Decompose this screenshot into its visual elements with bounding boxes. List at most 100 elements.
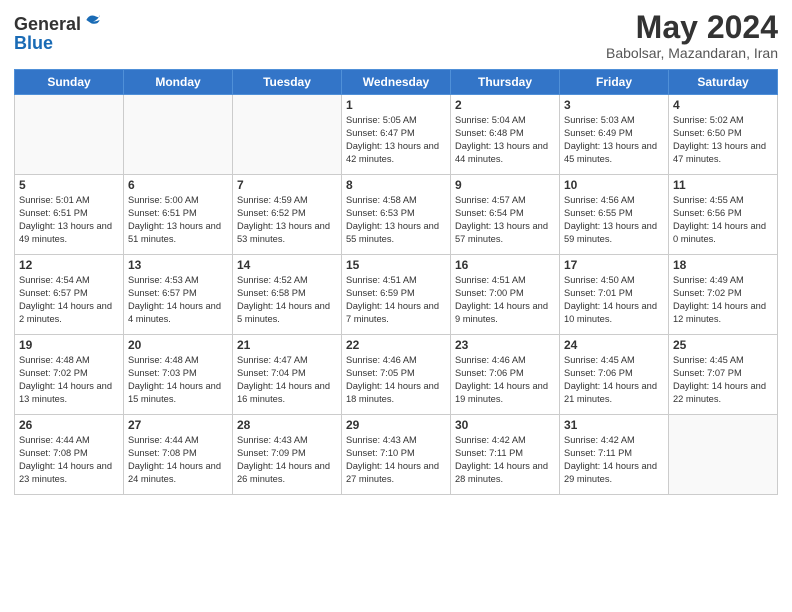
calendar-cell: 9 Sunrise: 4:57 AM Sunset: 6:54 PM Dayli… [451,175,560,255]
day-info: Sunrise: 5:03 AM Sunset: 6:49 PM Dayligh… [564,114,664,166]
calendar-cell: 20 Sunrise: 4:48 AM Sunset: 7:03 PM Dayl… [124,335,233,415]
day-number: 12 [19,258,119,272]
day-number: 25 [673,338,773,352]
day-info: Sunrise: 4:42 AM Sunset: 7:11 PM Dayligh… [455,434,555,486]
calendar-cell: 29 Sunrise: 4:43 AM Sunset: 7:10 PM Dayl… [342,415,451,495]
calendar-cell: 1 Sunrise: 5:05 AM Sunset: 6:47 PM Dayli… [342,95,451,175]
day-number: 16 [455,258,555,272]
day-number: 9 [455,178,555,192]
logo-blue: Blue [14,33,103,54]
day-number: 26 [19,418,119,432]
calendar-cell [669,415,778,495]
day-info: Sunrise: 4:46 AM Sunset: 7:06 PM Dayligh… [455,354,555,406]
day-info: Sunrise: 4:52 AM Sunset: 6:58 PM Dayligh… [237,274,337,326]
calendar-cell: 26 Sunrise: 4:44 AM Sunset: 7:08 PM Dayl… [15,415,124,495]
calendar-header-row: SundayMondayTuesdayWednesdayThursdayFrid… [15,70,778,95]
day-number: 14 [237,258,337,272]
calendar-cell: 30 Sunrise: 4:42 AM Sunset: 7:11 PM Dayl… [451,415,560,495]
day-info: Sunrise: 4:42 AM Sunset: 7:11 PM Dayligh… [564,434,664,486]
calendar-cell: 13 Sunrise: 4:53 AM Sunset: 6:57 PM Dayl… [124,255,233,335]
calendar-cell: 7 Sunrise: 4:59 AM Sunset: 6:52 PM Dayli… [233,175,342,255]
day-number: 23 [455,338,555,352]
week-row-1: 1 Sunrise: 5:05 AM Sunset: 6:47 PM Dayli… [15,95,778,175]
day-info: Sunrise: 4:50 AM Sunset: 7:01 PM Dayligh… [564,274,664,326]
calendar-cell: 15 Sunrise: 4:51 AM Sunset: 6:59 PM Dayl… [342,255,451,335]
calendar-cell: 3 Sunrise: 5:03 AM Sunset: 6:49 PM Dayli… [560,95,669,175]
day-info: Sunrise: 4:54 AM Sunset: 6:57 PM Dayligh… [19,274,119,326]
location: Babolsar, Mazandaran, Iran [606,45,778,61]
day-number: 4 [673,98,773,112]
day-header-thursday: Thursday [451,70,560,95]
day-number: 19 [19,338,119,352]
day-info: Sunrise: 4:49 AM Sunset: 7:02 PM Dayligh… [673,274,773,326]
calendar-cell: 5 Sunrise: 5:01 AM Sunset: 6:51 PM Dayli… [15,175,124,255]
calendar-cell: 19 Sunrise: 4:48 AM Sunset: 7:02 PM Dayl… [15,335,124,415]
day-number: 8 [346,178,446,192]
calendar-cell: 2 Sunrise: 5:04 AM Sunset: 6:48 PM Dayli… [451,95,560,175]
calendar-cell: 22 Sunrise: 4:46 AM Sunset: 7:05 PM Dayl… [342,335,451,415]
day-info: Sunrise: 4:43 AM Sunset: 7:10 PM Dayligh… [346,434,446,486]
day-info: Sunrise: 4:59 AM Sunset: 6:52 PM Dayligh… [237,194,337,246]
calendar-cell: 16 Sunrise: 4:51 AM Sunset: 7:00 PM Dayl… [451,255,560,335]
day-number: 1 [346,98,446,112]
day-info: Sunrise: 5:01 AM Sunset: 6:51 PM Dayligh… [19,194,119,246]
day-info: Sunrise: 4:58 AM Sunset: 6:53 PM Dayligh… [346,194,446,246]
day-number: 24 [564,338,664,352]
day-info: Sunrise: 4:46 AM Sunset: 7:05 PM Dayligh… [346,354,446,406]
page: General Blue May 2024 Babolsar, Mazandar… [0,0,792,505]
day-info: Sunrise: 4:44 AM Sunset: 7:08 PM Dayligh… [128,434,228,486]
day-number: 22 [346,338,446,352]
calendar-cell: 11 Sunrise: 4:55 AM Sunset: 6:56 PM Dayl… [669,175,778,255]
day-number: 20 [128,338,228,352]
day-number: 6 [128,178,228,192]
calendar-cell: 17 Sunrise: 4:50 AM Sunset: 7:01 PM Dayl… [560,255,669,335]
calendar-cell: 18 Sunrise: 4:49 AM Sunset: 7:02 PM Dayl… [669,255,778,335]
day-number: 13 [128,258,228,272]
week-row-4: 19 Sunrise: 4:48 AM Sunset: 7:02 PM Dayl… [15,335,778,415]
day-number: 21 [237,338,337,352]
calendar-cell: 6 Sunrise: 5:00 AM Sunset: 6:51 PM Dayli… [124,175,233,255]
day-number: 3 [564,98,664,112]
calendar-table: SundayMondayTuesdayWednesdayThursdayFrid… [14,69,778,495]
day-info: Sunrise: 5:04 AM Sunset: 6:48 PM Dayligh… [455,114,555,166]
day-info: Sunrise: 4:51 AM Sunset: 7:00 PM Dayligh… [455,274,555,326]
day-info: Sunrise: 5:00 AM Sunset: 6:51 PM Dayligh… [128,194,228,246]
title-block: May 2024 Babolsar, Mazandaran, Iran [606,10,778,61]
logo: General Blue [14,10,103,54]
day-info: Sunrise: 4:47 AM Sunset: 7:04 PM Dayligh… [237,354,337,406]
day-number: 27 [128,418,228,432]
day-number: 11 [673,178,773,192]
day-info: Sunrise: 4:55 AM Sunset: 6:56 PM Dayligh… [673,194,773,246]
day-number: 30 [455,418,555,432]
day-info: Sunrise: 4:45 AM Sunset: 7:06 PM Dayligh… [564,354,664,406]
week-row-5: 26 Sunrise: 4:44 AM Sunset: 7:08 PM Dayl… [15,415,778,495]
calendar-cell: 8 Sunrise: 4:58 AM Sunset: 6:53 PM Dayli… [342,175,451,255]
day-info: Sunrise: 5:05 AM Sunset: 6:47 PM Dayligh… [346,114,446,166]
calendar-cell: 28 Sunrise: 4:43 AM Sunset: 7:09 PM Dayl… [233,415,342,495]
calendar-cell: 27 Sunrise: 4:44 AM Sunset: 7:08 PM Dayl… [124,415,233,495]
calendar-cell [15,95,124,175]
calendar-cell: 10 Sunrise: 4:56 AM Sunset: 6:55 PM Dayl… [560,175,669,255]
day-info: Sunrise: 4:53 AM Sunset: 6:57 PM Dayligh… [128,274,228,326]
day-info: Sunrise: 5:02 AM Sunset: 6:50 PM Dayligh… [673,114,773,166]
day-number: 15 [346,258,446,272]
day-info: Sunrise: 4:48 AM Sunset: 7:02 PM Dayligh… [19,354,119,406]
day-header-monday: Monday [124,70,233,95]
logo-text: General [14,10,103,35]
calendar-cell: 25 Sunrise: 4:45 AM Sunset: 7:07 PM Dayl… [669,335,778,415]
calendar-cell: 21 Sunrise: 4:47 AM Sunset: 7:04 PM Dayl… [233,335,342,415]
calendar-body: 1 Sunrise: 5:05 AM Sunset: 6:47 PM Dayli… [15,95,778,495]
day-number: 5 [19,178,119,192]
calendar-cell: 23 Sunrise: 4:46 AM Sunset: 7:06 PM Dayl… [451,335,560,415]
day-header-tuesday: Tuesday [233,70,342,95]
calendar-cell [124,95,233,175]
logo-bird-icon [83,10,103,30]
calendar-cell: 4 Sunrise: 5:02 AM Sunset: 6:50 PM Dayli… [669,95,778,175]
day-number: 7 [237,178,337,192]
day-info: Sunrise: 4:56 AM Sunset: 6:55 PM Dayligh… [564,194,664,246]
day-number: 17 [564,258,664,272]
month-title: May 2024 [606,10,778,45]
day-info: Sunrise: 4:48 AM Sunset: 7:03 PM Dayligh… [128,354,228,406]
header: General Blue May 2024 Babolsar, Mazandar… [14,10,778,61]
calendar-cell: 14 Sunrise: 4:52 AM Sunset: 6:58 PM Dayl… [233,255,342,335]
